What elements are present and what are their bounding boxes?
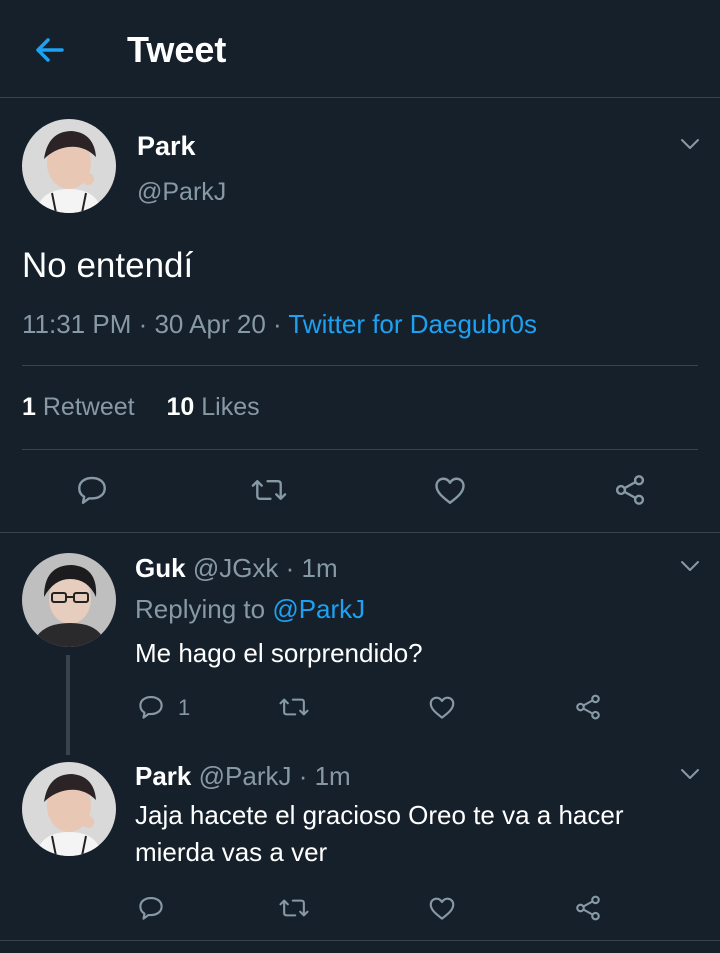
retweet-button[interactable] (278, 893, 310, 923)
likes-label: Likes (201, 393, 260, 421)
avatar[interactable] (22, 119, 116, 213)
retweet-button[interactable] (278, 692, 310, 722)
tweet-source-link[interactable]: Twitter for Daegubr0s (288, 309, 537, 339)
tweet-meta: 11:31 PM · 30 Apr 20 · Twitter for Daegu… (22, 309, 537, 340)
reply-button[interactable] (136, 692, 166, 722)
thread-line (66, 655, 70, 755)
retweet-icon (279, 899, 309, 917)
chevron-down-icon (681, 561, 699, 571)
share-icon (576, 895, 600, 921)
replying-to: Replying to @ParkJ (135, 594, 365, 625)
reply-text: Me hago el sorprendido? (135, 638, 423, 668)
share-button[interactable] (573, 692, 603, 722)
like-button[interactable] (432, 472, 468, 508)
tweet-stats: 1 Retweet 10 Likes (22, 393, 260, 422)
tweet-menu-button[interactable] (678, 762, 702, 786)
author-handle-time: @ParkJ · 1m (198, 761, 351, 791)
retweets-count: 1 (22, 393, 36, 421)
retweet-icon (279, 698, 309, 716)
reply-button[interactable] (74, 472, 110, 508)
author-name[interactable]: Park (135, 761, 191, 791)
share-button[interactable] (573, 893, 603, 923)
back-button[interactable] (30, 30, 70, 70)
back-arrow-icon (36, 38, 64, 62)
avatar[interactable] (22, 762, 116, 856)
mention-link[interactable]: @ParkJ (272, 594, 365, 624)
reply-text: Jaja hacete el gracioso Oreo te va a hac… (135, 800, 624, 867)
heart-icon (429, 696, 455, 719)
heart-icon (435, 477, 465, 504)
author-handle[interactable]: @ParkJ (137, 178, 226, 207)
divider (0, 532, 720, 533)
reply-icon (139, 695, 163, 719)
reply-icon (139, 896, 163, 920)
share-button[interactable] (612, 472, 648, 508)
author-name[interactable]: Park (137, 131, 196, 162)
retweet-icon (251, 480, 287, 500)
reply-header: Park @ParkJ · 1m (135, 761, 351, 792)
tweet-text: No entendí (22, 246, 194, 285)
heart-icon (429, 897, 455, 920)
tweet-menu-button[interactable] (678, 132, 702, 156)
divider (22, 449, 698, 450)
author-name[interactable]: Guk (135, 553, 186, 583)
like-button[interactable] (427, 692, 457, 722)
chevron-down-icon (681, 139, 699, 149)
retweet-button[interactable] (250, 472, 288, 508)
divider (22, 365, 698, 366)
tweet-menu-button[interactable] (678, 554, 702, 578)
share-icon (615, 475, 645, 505)
like-button[interactable] (427, 893, 457, 923)
reply-icon (78, 476, 106, 504)
avatar[interactable] (22, 553, 116, 647)
likes-stat[interactable]: 10 Likes (166, 393, 259, 421)
retweets-label: Retweet (42, 393, 135, 421)
tweet-time: 11:31 PM · 30 Apr 20 · (22, 309, 289, 339)
share-icon (576, 694, 600, 720)
top-bar: Tweet (0, 0, 720, 98)
reply-button[interactable] (136, 893, 166, 923)
author-handle-time: @JGxk · 1m (192, 553, 338, 583)
divider (0, 940, 720, 941)
likes-count: 10 (166, 393, 195, 421)
reply-count: 1 (178, 695, 191, 720)
retweets-stat[interactable]: 1 Retweet (22, 393, 135, 421)
chevron-down-icon (681, 769, 699, 779)
replying-prefix: Replying to (135, 594, 273, 624)
reply-header: Guk @JGxk · 1m (135, 553, 338, 584)
page-title: Tweet (127, 29, 227, 70)
